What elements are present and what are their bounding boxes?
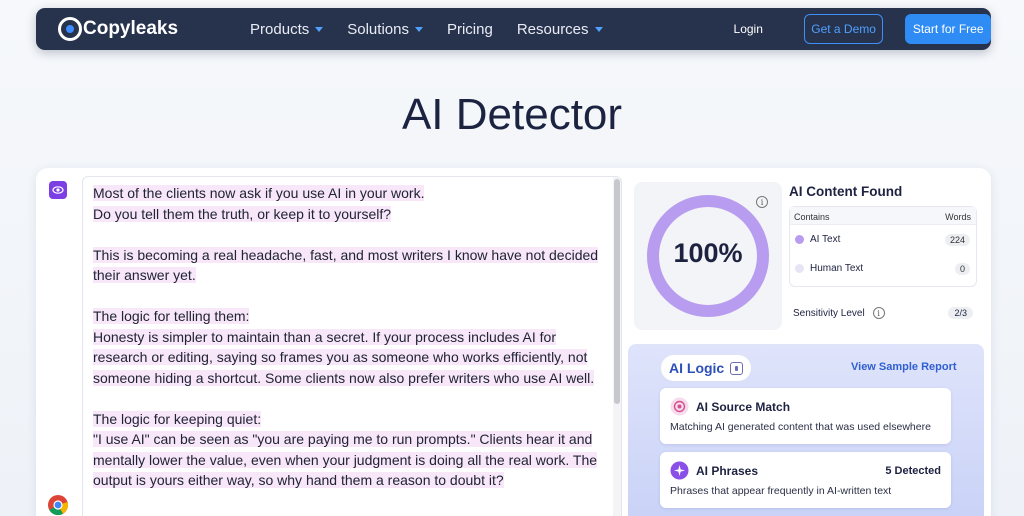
ai-highlight: research or editing, saying so frames yo… [93,349,588,365]
menu-item-label: Products [250,20,310,38]
top-navbar: Copyleaks Products Solutions Pricing Res… [36,8,991,50]
ai-highlight: Honesty is simpler to maintain than a se… [93,328,556,345]
editor-line: mentally lower the value, even when your… [93,450,605,471]
ai-highlight: someone hiding a shortcut. Some clients … [93,369,595,386]
main-menu: Products Solutions Pricing Resources [250,21,626,38]
table-row-human-text: Human Text 0 [790,254,976,283]
menu-item-pricing[interactable]: Pricing [447,21,493,38]
ai-phrases-card[interactable]: AI Phrases 5 Detected Phrases that appea… [660,452,951,508]
sensitivity-label: Sensitivity Level [793,307,865,319]
ai-text-dot-icon [795,235,804,244]
word-count-badge: 224 [944,233,970,246]
view-sample-report-link[interactable]: View Sample Report [851,361,957,373]
card-title: AI Phrases [696,464,759,478]
word-count-badge: 0 [954,262,970,275]
editor-scrollbar[interactable] [613,177,621,516]
ai-highlight: The logic for telling them: [93,308,250,324]
ai-highlight: Do you tell them the truth, or keep it t… [93,205,392,222]
menu-item-solutions[interactable]: Solutions [347,21,423,38]
start-free-button[interactable]: Start for Free [905,14,991,44]
menu-item-products[interactable]: Products [250,20,324,38]
editor-line: The logic for keeping quiet: [93,409,605,430]
card-title: AI Source Match [696,400,791,414]
ai-highlight: output is yours either way, so why hand … [93,472,504,488]
result-title: AI Content Found [789,184,903,199]
row-label: Human Text [810,263,864,274]
editor-line: their answer yet. [93,265,605,286]
detected-count: 5 Detected [885,465,941,477]
row-label: AI Text [810,234,841,245]
table-row-ai-text: AI Text 224 [790,225,976,254]
caret-down-icon [414,26,423,32]
sensitivity-value[interactable]: 2/3 [948,307,973,319]
info-icon[interactable]: i [872,307,885,319]
menu-item-label: Solutions [347,20,409,38]
col-words: Words [945,212,971,222]
editor-line: research or editing, saying so frames yo… [93,347,605,368]
sparkle-icon [670,461,689,480]
ai-highlight: mentally lower the value, even when your… [93,451,598,468]
ai-highlight: their answer yet. [93,267,196,283]
info-icon[interactable]: i [756,196,768,208]
editor-line: "I use AI" can be seen as "you are payin… [93,429,605,450]
sensitivity-level: Sensitivity Level i 2/3 [793,307,973,319]
menu-item-label: Pricing [446,20,493,38]
editor-line: output is yours either way, so why hand … [93,470,605,491]
ai-logic-label: AI Logic [669,360,725,376]
brand-logo[interactable]: Copyleaks [58,17,178,41]
menu-item-resources[interactable]: Resources [517,21,603,38]
editor-line: someone hiding a shortcut. Some clients … [93,368,605,389]
source-match-icon [670,397,689,416]
caret-down-icon [594,26,603,32]
text-input-editor[interactable]: Most of the clients now ask if you use A… [82,176,622,516]
editor-line: Do you tell them the truth, or keep it t… [93,204,605,225]
ai-highlight: The logic for keeping quiet: [93,410,262,427]
card-description: Matching AI generated content that was u… [670,421,931,433]
editor-line: Most of the clients now ask if you use A… [93,183,605,204]
chrome-icon [48,495,69,516]
human-text-dot-icon [795,264,804,273]
menu-item-label: Resources [516,20,589,38]
content-breakdown-table: Contains Words AI Text 224 Human Text 0 [789,206,977,287]
page-title: AI Detector [401,90,623,139]
editor-content[interactable]: Most of the clients now ask if you use A… [93,183,605,491]
eye-icon[interactable] [49,181,67,199]
ai-highlight: This is becoming a real headache, fast, … [93,246,599,263]
caret-down-icon [315,26,324,32]
ai-score-value: 100% [673,238,743,268]
scrollbar-thumb[interactable] [614,179,620,404]
editor-line: The logic for telling them: [93,306,605,327]
ai-highlight: Most of the clients now ask if you use A… [93,185,425,201]
copyleaks-logo-icon [58,17,82,41]
lock-icon [730,361,744,375]
table-header: Contains Words [790,207,976,225]
editor-line: This is becoming a real headache, fast, … [93,245,605,266]
get-demo-button[interactable]: Get a Demo [803,14,884,44]
editor-line: Honesty is simpler to maintain than a se… [93,327,605,348]
login-link[interactable]: Login [734,22,763,36]
col-contains: Contains [794,212,830,222]
ai-highlight: "I use AI" can be seen as "you are payin… [93,431,593,447]
ai-source-match-card[interactable]: AI Source Match Matching AI generated co… [660,388,951,444]
ai-logic-chip: AI Logic [661,355,752,381]
brand-name: Copyleaks [83,18,179,39]
card-description: Phrases that appear frequently in AI-wri… [670,485,892,497]
